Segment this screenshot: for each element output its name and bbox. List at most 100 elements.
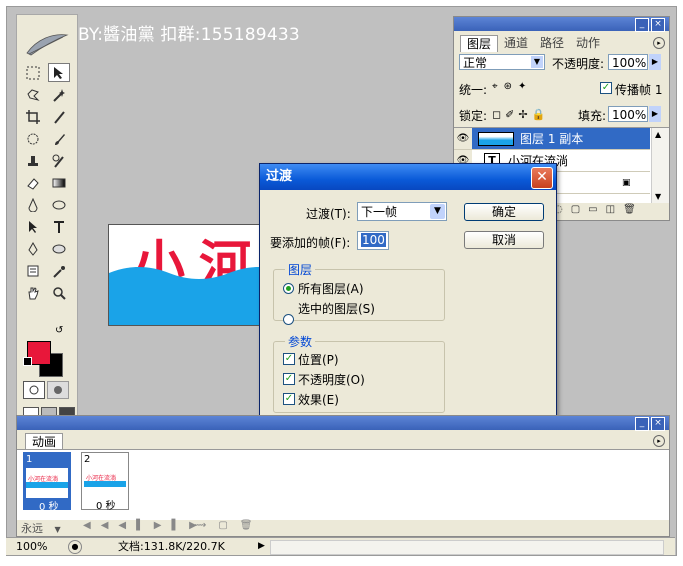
default-colors-icon[interactable]	[23, 357, 32, 366]
tab-animation[interactable]: 动画	[25, 433, 64, 450]
opacity-input[interactable]: 100%	[608, 54, 648, 70]
move-tool-icon[interactable]	[48, 63, 70, 82]
propagate-frame-checkbox[interactable]: ✓	[600, 82, 612, 94]
scroll-down-icon[interactable]: ▼	[655, 192, 661, 201]
watermark: BY:醬油黨 扣群:155189433	[78, 25, 300, 45]
status-menu-icon[interactable]: ▶	[258, 538, 265, 555]
transition-select[interactable]: 下一帧 ▼	[357, 202, 447, 221]
transition-label: 过渡(T):	[306, 207, 351, 221]
minimize-icon[interactable]: _	[635, 417, 649, 431]
healing-brush-tool-icon[interactable]	[22, 129, 44, 148]
layer-thumbnail	[478, 131, 514, 146]
shape-tool-icon[interactable]	[48, 239, 70, 258]
frame-thumbnail: 小河在流淌	[84, 467, 126, 497]
playback-controls[interactable]: ◀◀◀▌▶▌▶	[83, 520, 207, 531]
frame-delay[interactable]: 0 秒	[39, 498, 59, 513]
dialog-title: 过渡	[266, 169, 293, 184]
minimize-icon[interactable]: _	[635, 18, 649, 32]
palette-menu-icon[interactable]: ▸	[653, 37, 665, 49]
type-tool-icon[interactable]	[48, 217, 70, 236]
frame-thumbnail: 小河在流淌	[26, 468, 68, 498]
fill-label: 填充:	[578, 109, 607, 123]
blur-tool-icon[interactable]	[22, 195, 44, 214]
pen-tool-icon[interactable]	[22, 239, 44, 258]
layer-row[interactable]: 👁 图层 1 副本	[454, 128, 650, 150]
close-icon[interactable]: ×	[651, 18, 665, 32]
animation-frame[interactable]: 1 小河在流淌 0 秒	[23, 452, 71, 513]
brush-tool-icon[interactable]	[48, 129, 70, 148]
all-layers-label: 所有图层(A)	[298, 282, 364, 296]
slice-tool-icon[interactable]	[48, 107, 70, 126]
horizontal-scrollbar[interactable]	[270, 540, 664, 555]
layer-actions-icons[interactable]: ◌▢▭◫🗑	[554, 204, 644, 215]
lock-icons[interactable]: ◻✐✢🔒	[492, 108, 549, 121]
tab-actions[interactable]: 动作	[570, 35, 606, 51]
transition-dialog: 过渡 ✕ 过渡(T): 下一帧 ▼ 要添加的帧(F): 100 确定 取消 图层…	[259, 163, 557, 429]
opacity-arrow-icon[interactable]: ▶	[649, 54, 661, 70]
opacity-checkbox[interactable]: ✓	[283, 373, 295, 385]
magic-wand-tool-icon[interactable]	[48, 85, 70, 104]
params-group-label: 参数	[285, 333, 316, 350]
eye-icon[interactable]: 👁	[454, 128, 472, 149]
palette-menu-icon[interactable]: ▸	[653, 435, 665, 447]
tab-paths[interactable]: 路径	[534, 35, 570, 51]
chevron-down-icon: ▼	[531, 56, 543, 68]
dodge-tool-icon[interactable]	[48, 195, 70, 214]
unify-label: 统一:	[459, 83, 488, 97]
gradient-tool-icon[interactable]	[48, 173, 70, 192]
eyedropper-tool-icon[interactable]	[48, 261, 70, 280]
tab-layers[interactable]: 图层	[460, 35, 499, 52]
fill-arrow-icon[interactable]: ▶	[649, 106, 661, 122]
loop-select[interactable]: 永远 ▼	[21, 520, 75, 535]
marquee-tool-icon[interactable]	[22, 63, 44, 82]
fill-input[interactable]: 100%	[608, 106, 648, 122]
position-label: 位置(P)	[298, 353, 339, 367]
zoom-level[interactable]: 100%	[16, 538, 47, 555]
history-brush-tool-icon[interactable]	[48, 151, 70, 170]
notes-tool-icon[interactable]	[22, 261, 44, 280]
layers-scrollbar[interactable]: ▲ ▼	[651, 128, 669, 203]
cancel-button[interactable]: 取消	[464, 231, 544, 249]
chevron-down-icon: ▼	[54, 525, 61, 534]
close-icon[interactable]: ×	[651, 417, 665, 431]
blend-mode-select[interactable]: 正常 ▼	[459, 54, 545, 70]
unify-icons[interactable]: ⌖⊛✦	[492, 81, 532, 92]
animation-palette-titlebar[interactable]	[17, 416, 669, 430]
chevron-down-icon: ▼	[430, 204, 445, 219]
position-checkbox[interactable]: ✓	[283, 353, 295, 365]
hand-tool-icon[interactable]	[22, 283, 44, 302]
toolbox: ↺	[16, 14, 78, 419]
selected-layers-label: 选中的图层(S)	[298, 302, 375, 316]
status-bar: 100% ● 文档:131.8K/220.7K ▶	[6, 537, 675, 555]
status-info-icon[interactable]: ●	[68, 540, 82, 554]
effects-checkbox[interactable]: ✓	[283, 393, 295, 405]
selected-layers-radio[interactable]	[283, 314, 294, 325]
lock-label: 锁定:	[459, 109, 488, 123]
zoom-tool-icon[interactable]	[48, 283, 70, 302]
path-selection-tool-icon[interactable]	[22, 217, 44, 236]
layer-name: 图层 1 副本	[520, 132, 584, 146]
lasso-tool-icon[interactable]	[22, 85, 44, 104]
opacity-checkbox-label: 不透明度(O)	[298, 373, 365, 387]
scroll-up-icon[interactable]: ▲	[655, 130, 661, 139]
frame-delay[interactable]: 0 秒	[96, 497, 116, 512]
dialog-titlebar[interactable]: 过渡	[260, 164, 556, 190]
ok-button[interactable]: 确定	[464, 203, 544, 221]
eraser-tool-icon[interactable]	[22, 173, 44, 192]
feather-logo-icon	[23, 29, 71, 59]
layers-group-label: 图层	[285, 261, 316, 278]
swap-colors-icon[interactable]: ↺	[55, 325, 63, 336]
animation-frame[interactable]: 2 小河在流淌 0 秒	[81, 452, 129, 512]
crop-tool-icon[interactable]	[22, 107, 44, 126]
quick-mask-button[interactable]	[47, 381, 69, 399]
close-icon[interactable]: ✕	[531, 167, 553, 189]
clone-stamp-tool-icon[interactable]	[22, 151, 44, 170]
all-layers-radio[interactable]	[283, 283, 294, 294]
tab-channels[interactable]: 通道	[498, 35, 534, 51]
standard-mode-button[interactable]	[23, 381, 45, 399]
animation-palette: _ × 动画 ▸ 1 小河在流淌 0 秒 2 小河在流淌 0 秒 永远 ▼ ◀◀…	[16, 415, 670, 537]
frame-actions-icons[interactable]: ⟿▢🗑	[192, 520, 264, 531]
effects-label: 效果(E)	[298, 393, 339, 407]
frame-number: 2	[84, 454, 91, 465]
frames-input[interactable]: 100	[357, 231, 389, 250]
